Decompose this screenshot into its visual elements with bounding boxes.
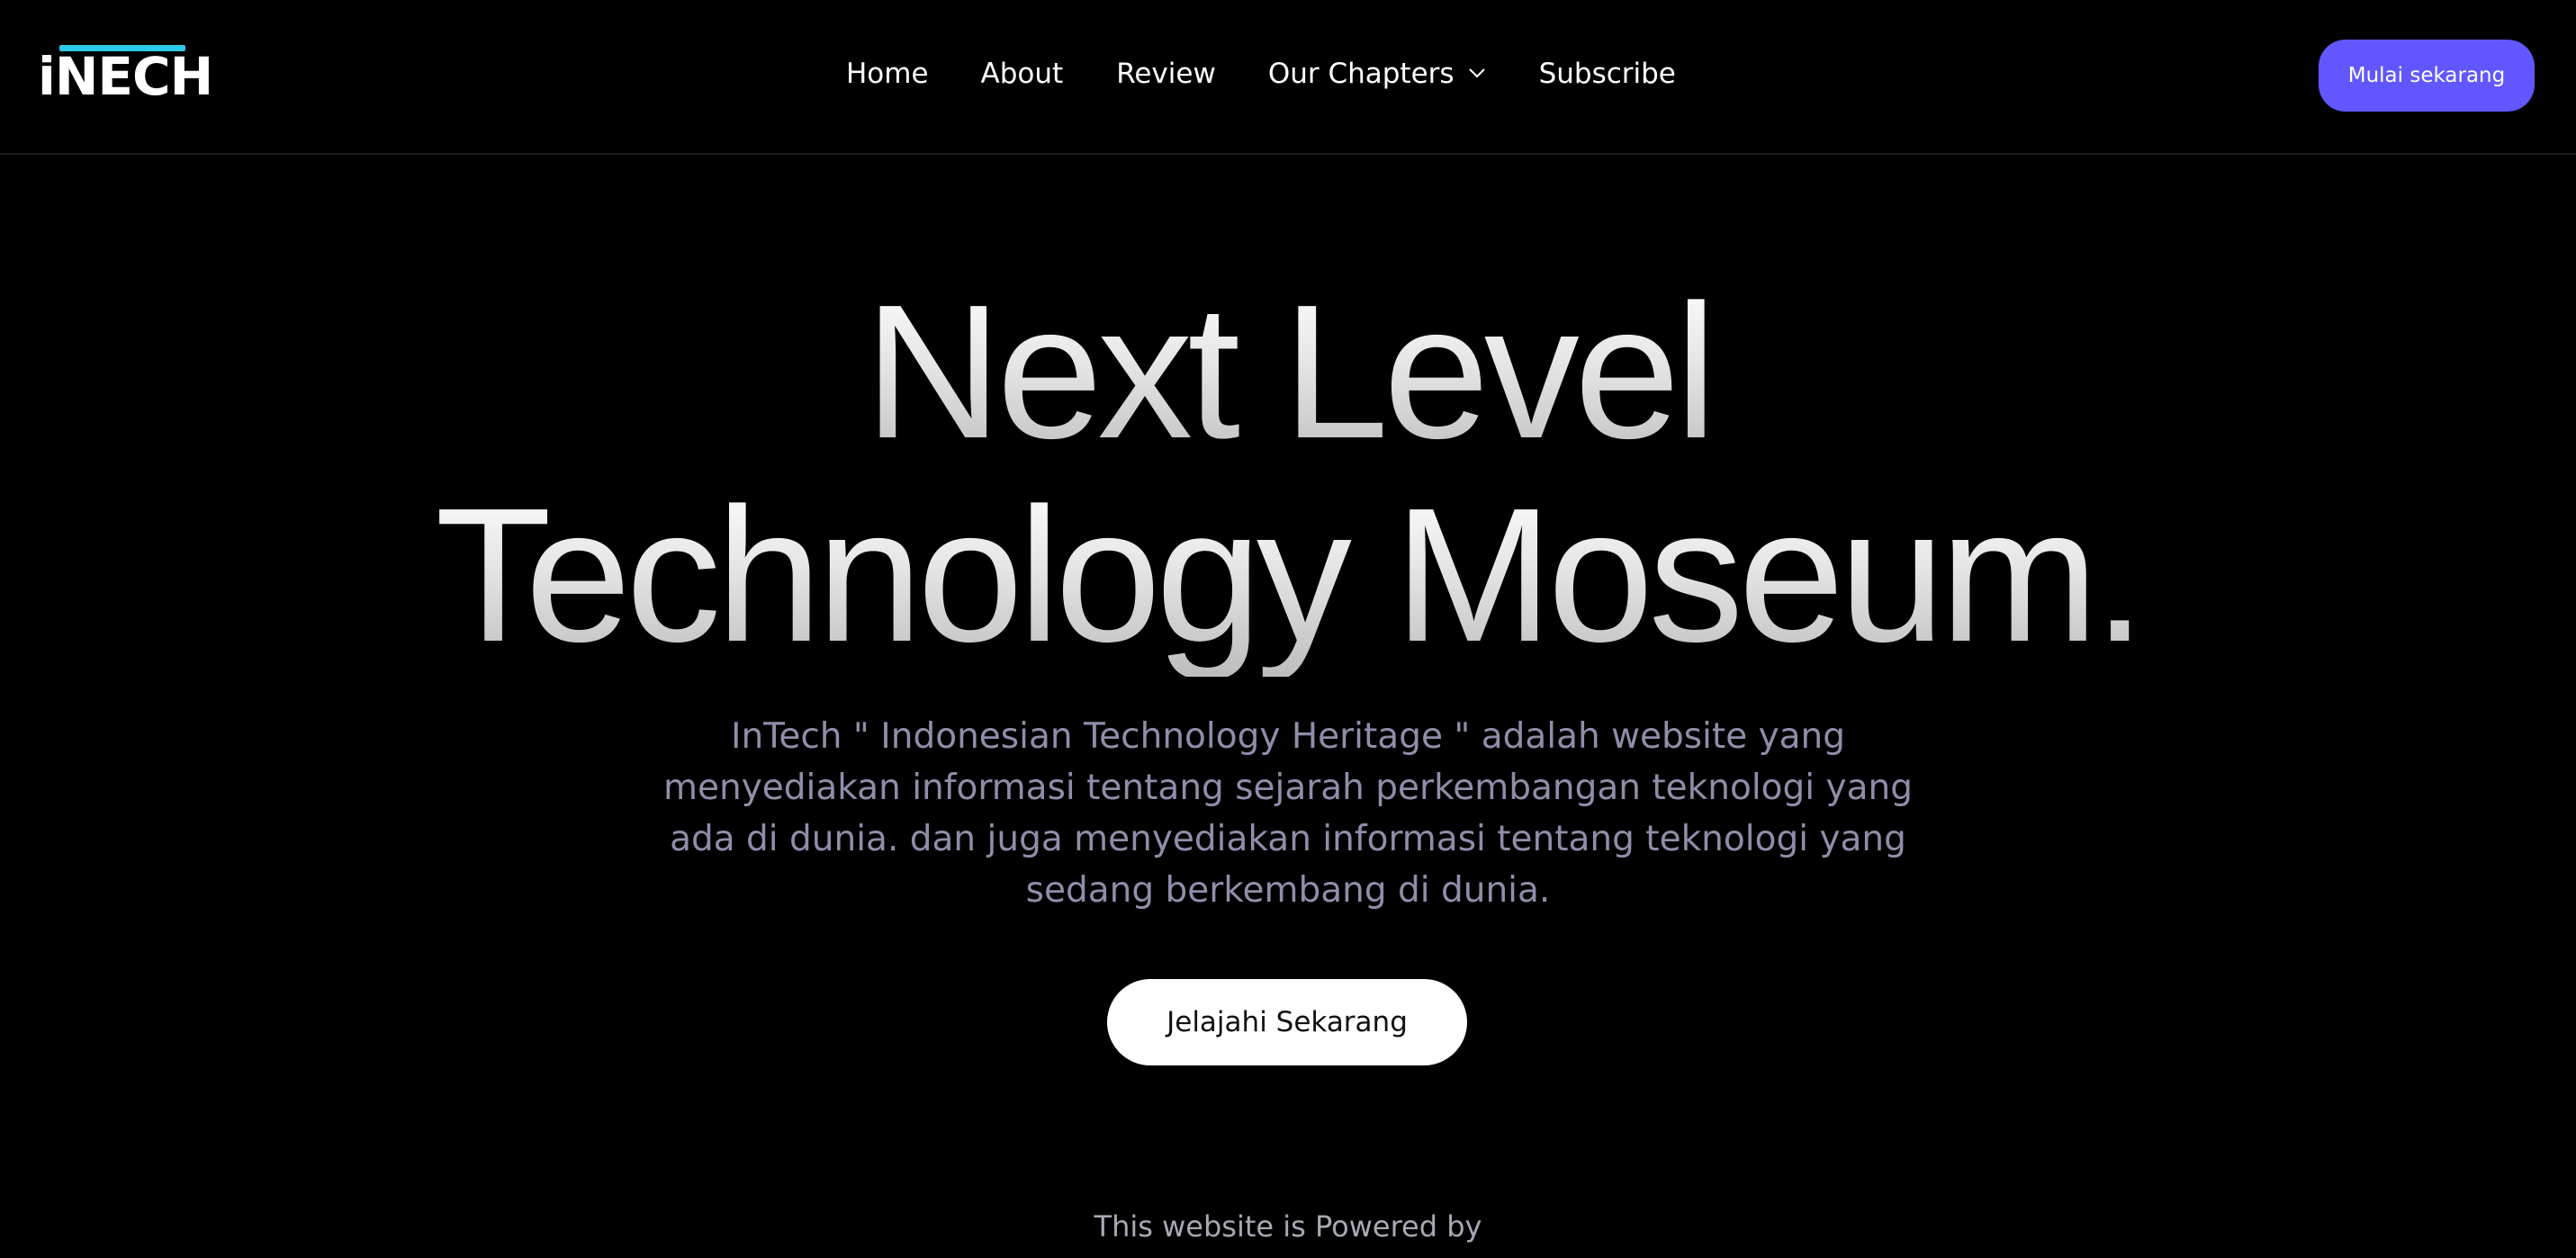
main-nav: Home About Review Our Chapters Subscribe [846, 52, 1676, 95]
nav-our-chapters-label: Our Chapters [1267, 58, 1455, 90]
nav-our-chapters[interactable]: Our Chapters [1268, 58, 1487, 90]
jelajahi-sekarang-button[interactable]: Jelajahi Sekarang [1107, 979, 1467, 1065]
hero-title-line-2: Technology Moseum. [0, 473, 2576, 677]
nav-home[interactable]: Home [846, 58, 929, 90]
nav-review[interactable]: Review [1116, 58, 1216, 90]
hero-description: InTech " Indonesian Technology Heritage … [663, 716, 1913, 911]
hero-title: Next Level Technology Moseum. [0, 270, 2576, 677]
chevron-down-icon [1468, 68, 1485, 78]
mulai-sekarang-button[interactable]: Mulai sekarang [2319, 40, 2535, 112]
site-logo[interactable]: iNECH [38, 41, 213, 106]
hero-title-line-1: Next Level [0, 270, 2576, 473]
nav-about[interactable]: About [981, 58, 1064, 90]
site-header: iNECH Home About Review Our Chapters Sub… [0, 0, 2576, 155]
nav-subscribe[interactable]: Subscribe [1539, 58, 1676, 90]
logo-text: iNECH [38, 46, 213, 107]
powered-by-text: This website is Powered by [1094, 1209, 1482, 1244]
